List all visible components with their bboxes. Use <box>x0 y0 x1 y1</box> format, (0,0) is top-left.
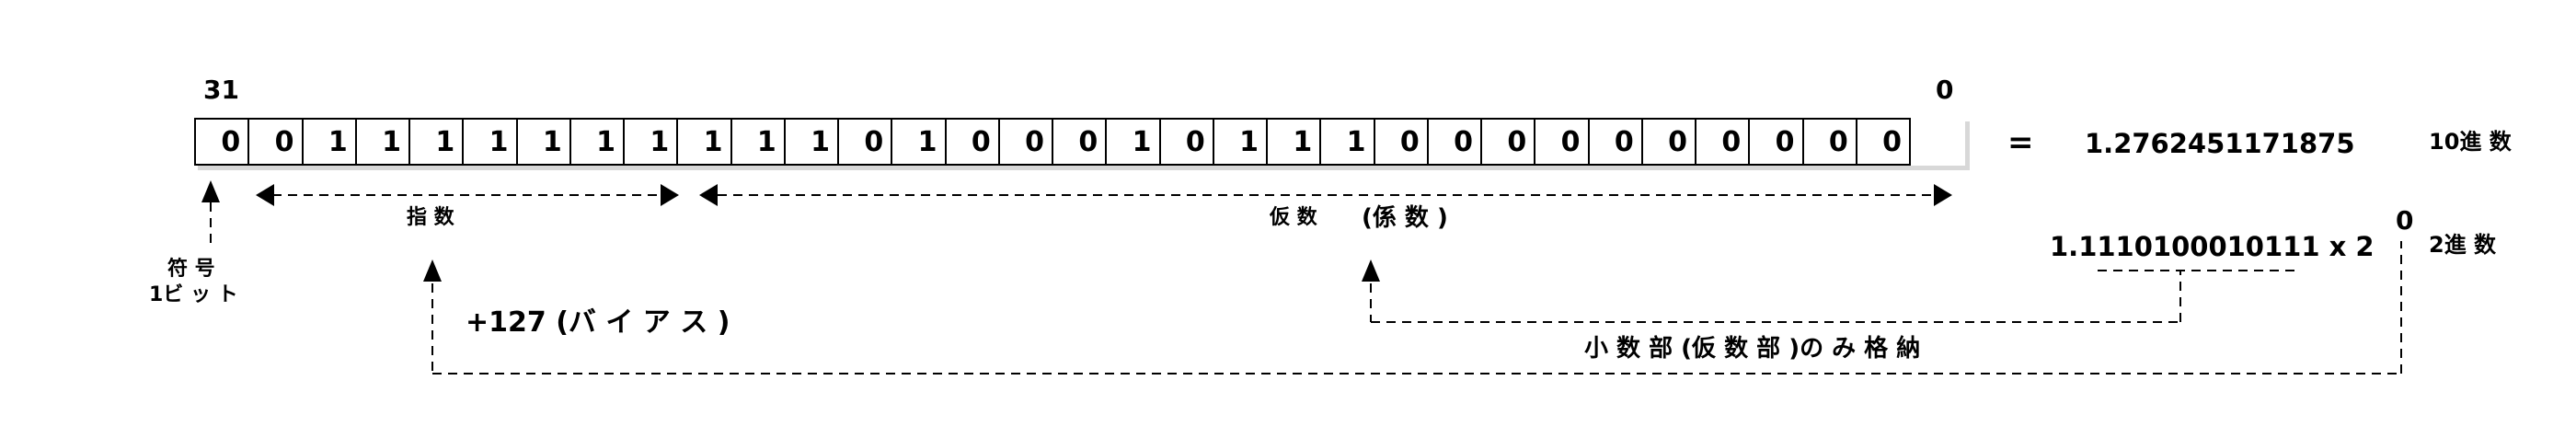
float-format-diagram: 31 0 00111111111101000101110000000000 = … <box>0 0 2576 438</box>
bias-arrow-up <box>423 259 442 282</box>
sign-label-line2: 1ビ ッ ト <box>149 283 238 306</box>
fraction-arrow-up <box>1362 259 1380 282</box>
binary-value: 1.1110100010111 x 2 <box>2050 231 2375 262</box>
exponent-arrow-right <box>661 184 679 206</box>
binary-exponent: 0 <box>2396 205 2414 236</box>
sign-label-line1: 符 号 <box>167 258 215 281</box>
mantissa-arrow-left <box>699 184 718 206</box>
sign-arrow-up <box>201 180 220 202</box>
bias-label: +127 (バ イ ア ス ) <box>466 306 730 339</box>
mantissa-label: 仮 数 <box>1270 206 1317 229</box>
mantissa-arrow-right <box>1934 184 1952 206</box>
fraction-note: 小 数 部 (仮 数 部 )の み 格 納 <box>1584 335 1921 363</box>
exponent-arrow-left <box>256 184 274 206</box>
coefficient-label: (係 数 ) <box>1362 204 1448 232</box>
exponent-label: 指 数 <box>407 206 454 229</box>
binary-base-label: 2進 数 <box>2429 232 2497 258</box>
